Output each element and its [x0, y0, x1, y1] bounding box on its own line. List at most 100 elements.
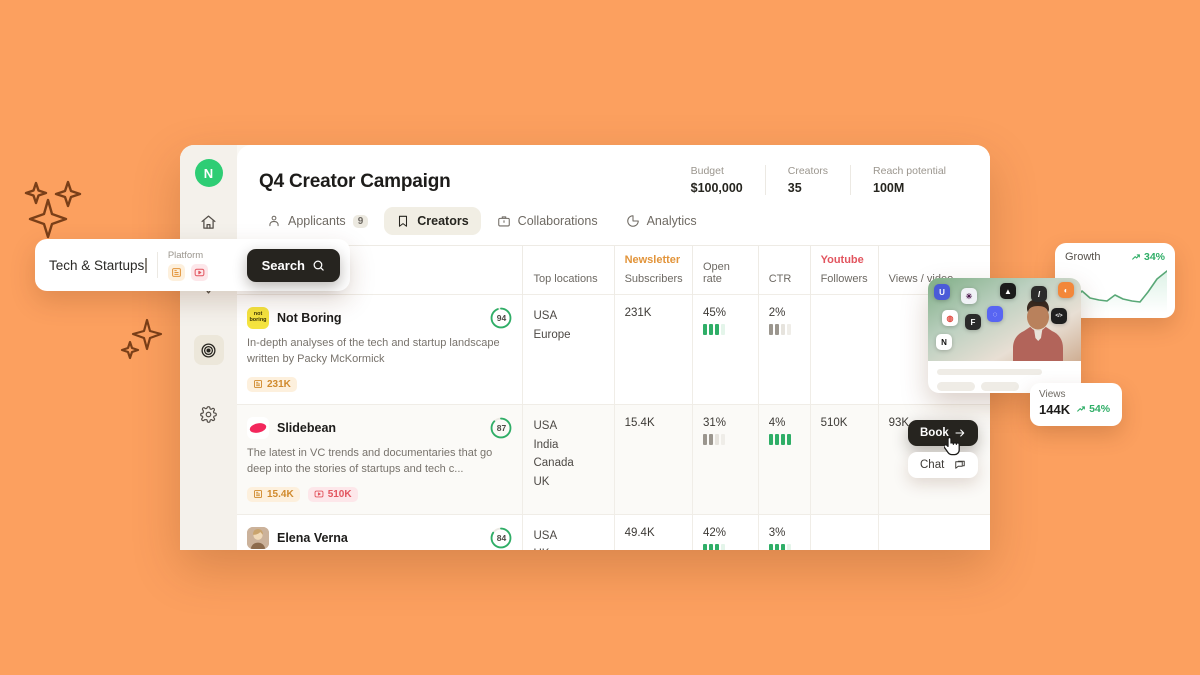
creator-tags: 231K: [247, 376, 512, 392]
book-button[interactable]: Book: [908, 420, 978, 446]
tag-newsletter: 15.4K: [247, 486, 300, 502]
creator-header: not boring Not Boring 94: [247, 307, 512, 329]
tag-value: 15.4K: [267, 488, 294, 500]
views-card-title: Views: [1039, 389, 1066, 400]
placeholder-bar: [937, 382, 975, 391]
group-newsletter: Newsletter: [625, 254, 682, 266]
video-preview-card[interactable]: U ✳ ▲ I ◐ ◍ F ◌ </> N: [928, 278, 1081, 393]
stat-creators-label: Creators: [787, 165, 829, 177]
ctr-bars: [768, 324, 800, 335]
search-input-value: Tech & Startups: [49, 257, 145, 273]
app-icon-figma-alt: ◍: [942, 310, 958, 326]
col-subscribers[interactable]: Newsletter Subscribers: [614, 246, 693, 295]
briefcase-icon: [497, 216, 510, 227]
ctr-cell: 3%: [758, 513, 811, 550]
video-thumbnail[interactable]: U ✳ ▲ I ◐ ◍ F ◌ </> N: [928, 278, 1081, 361]
creator-logo-text: not boring: [249, 311, 267, 323]
sidebar-item-home[interactable]: [194, 207, 224, 237]
newsletter-icon: [171, 267, 181, 277]
sidebar-item-settings[interactable]: [194, 399, 224, 429]
chat-button[interactable]: Chat: [908, 452, 978, 478]
tab-collaborations-label: Collaborations: [517, 214, 598, 228]
home-icon: [201, 214, 216, 229]
col-followers-label: Followers: [820, 273, 868, 285]
app-icon-intercom: I: [1031, 286, 1047, 302]
ctr-cell: 4%: [758, 403, 811, 515]
tab-creators[interactable]: Creators: [384, 207, 481, 235]
views-card: Views 144K 54%: [1030, 383, 1122, 426]
avatar[interactable]: N: [194, 159, 223, 187]
location-item: UK: [533, 475, 550, 488]
open-rate-value: 42%: [702, 526, 726, 539]
col-followers[interactable]: Youtube Followers: [810, 246, 879, 295]
slidebean-logo-icon: [249, 423, 267, 433]
location-item: Canada: [533, 457, 574, 470]
group-newsletter-label: Newsletter: [624, 254, 681, 266]
stat-budget: Budget $100,000: [669, 165, 765, 195]
tab-analytics-label: Analytics: [646, 214, 697, 228]
youtube-icon: [194, 268, 205, 276]
locations-cell: USA UK Canada: [522, 513, 615, 550]
table-row[interactable]: not boring Not Boring 94 In-depth analys…: [237, 294, 990, 405]
sidebar: N: [180, 145, 237, 550]
creators-table: Creator Top locations Newsletter Subscri…: [237, 246, 990, 550]
location-item: India: [533, 438, 559, 451]
bookmark-icon: [399, 215, 408, 227]
creator-name: Not Boring: [277, 311, 342, 325]
search-input[interactable]: Tech & Startups: [49, 257, 147, 273]
ctr-cell: 2%: [758, 294, 811, 405]
ctr-value: 2%: [768, 307, 786, 319]
tag-youtube: 510K: [307, 486, 358, 502]
creator-cell[interactable]: not boring Not Boring 94 In-depth analys…: [237, 294, 524, 405]
tab-collaborations[interactable]: Collaborations: [485, 207, 610, 235]
score-ring-arc: [491, 307, 512, 329]
tag-value: 231K: [267, 378, 291, 390]
growth-delta-value: 34%: [1143, 251, 1165, 263]
creators-table-wrapper[interactable]: Creator Top locations Newsletter Subscri…: [237, 245, 990, 550]
platform-icon-group: [167, 263, 208, 281]
tab-applicants[interactable]: Applicants 9: [255, 207, 380, 235]
app-icon-vercel: ▲: [1000, 283, 1016, 299]
trend-up-icon: [1077, 406, 1085, 412]
search-button[interactable]: Search: [246, 248, 340, 282]
subscribers-value: 231K: [624, 307, 652, 319]
score-ring-arc: [491, 527, 512, 549]
table-row[interactable]: Slidebean 87 The latest in VC trends and…: [237, 403, 990, 515]
placeholder-bar: [937, 369, 1042, 375]
creator-cell[interactable]: Slidebean 87 The latest in VC trends and…: [237, 403, 524, 515]
subscribers-value: 49.4K: [624, 526, 655, 539]
tab-applicants-label: Applicants: [288, 214, 346, 228]
pie-chart-icon: [626, 215, 639, 227]
open-rate-cell: 31%: [692, 403, 759, 515]
stat-reach-label: Reach potential: [873, 165, 946, 177]
col-locations[interactable]: Top locations: [522, 246, 615, 295]
col-ctr[interactable]: CTR: [758, 246, 811, 295]
creator-logo: not boring: [247, 307, 269, 329]
growth-card-header: Growth 34%: [1065, 251, 1165, 263]
stat-budget-label: Budget: [690, 165, 724, 177]
platform-newsletter-toggle[interactable]: [167, 263, 185, 281]
locations-cell: USA Europe: [522, 294, 615, 405]
views-value: 144K: [1039, 402, 1071, 417]
followers-cell: 510K: [810, 403, 879, 515]
stat-budget-value: $100,000: [690, 181, 743, 195]
search-button-label: Search: [261, 257, 305, 273]
location-item: USA: [533, 310, 558, 322]
sidebar-item-campaigns[interactable]: [193, 335, 224, 365]
platform-filter[interactable]: Platform: [167, 250, 208, 281]
app-icon-linear: U: [934, 284, 950, 300]
open-rate-value: 31%: [702, 416, 726, 429]
views-per-video-value: 93K: [888, 416, 910, 429]
table-body: not boring Not Boring 94 In-depth analys…: [237, 294, 990, 550]
open-rate-cell: 45%: [692, 294, 759, 405]
table-row[interactable]: Elena Verna 84 Leading growth expert fo: [237, 513, 990, 550]
target-icon: [201, 342, 216, 358]
col-open-rate[interactable]: Open rate: [692, 246, 759, 295]
app-icon-code: </>: [1051, 308, 1067, 324]
creator-header: Elena Verna 84: [247, 526, 512, 549]
tab-analytics[interactable]: Analytics: [614, 207, 709, 235]
platform-youtube-toggle[interactable]: [190, 263, 208, 281]
trend-up-icon: [1132, 254, 1140, 260]
creator-cell[interactable]: Elena Verna 84 Leading growth expert fo: [237, 513, 524, 550]
search-widget[interactable]: Tech & Startups Platform Search: [35, 239, 350, 291]
